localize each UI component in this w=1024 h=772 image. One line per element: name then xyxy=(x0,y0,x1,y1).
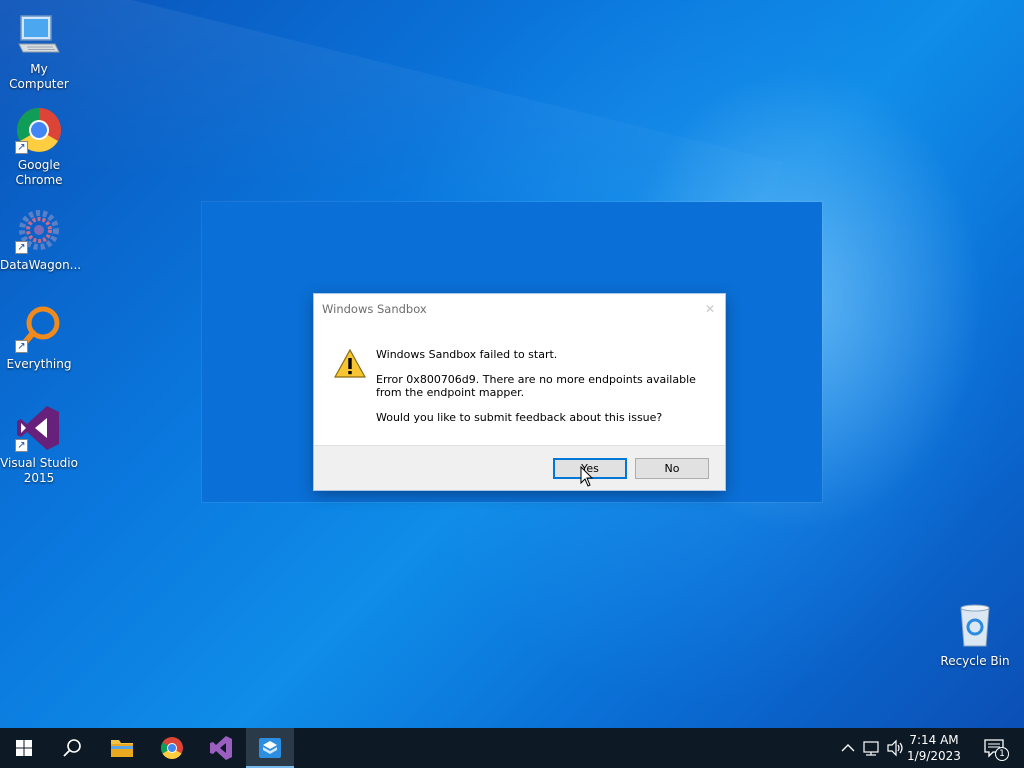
desktop: My Computer ↗ Google Chrome ↗ DataWagon.… xyxy=(0,0,1024,728)
dialog-body: Windows Sandbox failed to start. Error 0… xyxy=(314,324,725,446)
gear-cluster-icon: ↗ xyxy=(15,206,63,254)
notification-icon xyxy=(984,739,1009,761)
message-question: Would you like to submit feedback about … xyxy=(376,411,663,424)
action-center-button[interactable]: 1 xyxy=(976,728,1016,768)
sandbox-icon xyxy=(259,738,281,758)
dialog-message: Windows Sandbox failed to start. Error 0… xyxy=(376,348,711,436)
desktop-icon-label: Recycle Bin xyxy=(940,654,1010,668)
search-button[interactable] xyxy=(48,728,96,768)
recycle-bin-icon xyxy=(951,602,999,650)
desktop-icon-my-computer[interactable]: My Computer xyxy=(0,10,78,92)
shortcut-arrow-icon: ↗ xyxy=(15,439,28,452)
taskbar-windows-sandbox[interactable] xyxy=(246,728,294,768)
desktop-icon-recycle-bin[interactable]: Recycle Bin xyxy=(936,602,1014,669)
mouse-cursor-icon xyxy=(580,465,594,488)
desktop-icon-everything[interactable]: ↗ Everything xyxy=(0,305,78,372)
taskbar-file-explorer[interactable] xyxy=(98,728,146,768)
desktop-icon-label: DataWagon... xyxy=(0,258,82,272)
chevron-up-icon xyxy=(841,744,855,752)
visual-studio-icon: ↗ xyxy=(15,404,63,452)
warning-icon xyxy=(333,348,367,379)
dialog-title: Windows Sandbox xyxy=(322,302,427,316)
windows-logo-icon xyxy=(16,740,32,756)
magnifier-icon: ↗ xyxy=(15,305,63,353)
clock-date: 1/9/2023 xyxy=(907,749,961,763)
message-error: Error 0x800706d9. There are no more endp… xyxy=(376,373,696,399)
taskbar: 7:14 AM 1/9/2023 1 xyxy=(0,728,1024,768)
search-icon xyxy=(63,739,81,757)
no-button[interactable]: No xyxy=(635,458,709,479)
dialog-button-bar: Yes No xyxy=(314,445,725,490)
network-button[interactable] xyxy=(860,728,882,768)
computer-icon xyxy=(15,10,63,58)
desktop-icon-label: Everything xyxy=(6,357,72,371)
desktop-icon-label: Google Chrome xyxy=(15,158,63,187)
chrome-icon: ↗ xyxy=(15,106,63,154)
desktop-icon-label: Visual Studio 2015 xyxy=(0,456,78,485)
message-heading: Windows Sandbox failed to start. xyxy=(376,348,558,361)
clock[interactable]: 7:14 AM 1/9/2023 xyxy=(902,732,966,772)
shortcut-arrow-icon: ↗ xyxy=(15,141,28,154)
error-dialog: Windows Sandbox ✕ Windows Sandbox failed… xyxy=(314,294,725,490)
taskbar-chrome[interactable] xyxy=(148,728,196,768)
shortcut-arrow-icon: ↗ xyxy=(15,241,28,254)
start-button[interactable] xyxy=(0,728,48,768)
taskbar-visual-studio[interactable] xyxy=(197,728,245,768)
close-icon[interactable]: ✕ xyxy=(705,294,715,324)
folder-icon xyxy=(111,740,133,757)
dialog-titlebar[interactable]: Windows Sandbox ✕ xyxy=(314,294,725,324)
shortcut-arrow-icon: ↗ xyxy=(15,340,28,353)
show-hidden-icons-button[interactable] xyxy=(838,728,858,768)
notification-count: 1 xyxy=(999,749,1005,759)
chrome-icon xyxy=(161,737,183,759)
desktop-icon-label: My Computer xyxy=(9,62,69,91)
desktop-icon-datawagon[interactable]: ↗ DataWagon... xyxy=(0,206,82,273)
desktop-icon-visual-studio[interactable]: ↗ Visual Studio 2015 xyxy=(0,404,78,486)
visual-studio-icon xyxy=(210,736,232,760)
network-icon xyxy=(863,741,879,756)
clock-time: 7:14 AM xyxy=(909,733,959,747)
desktop-icon-chrome[interactable]: ↗ Google Chrome xyxy=(0,106,78,188)
